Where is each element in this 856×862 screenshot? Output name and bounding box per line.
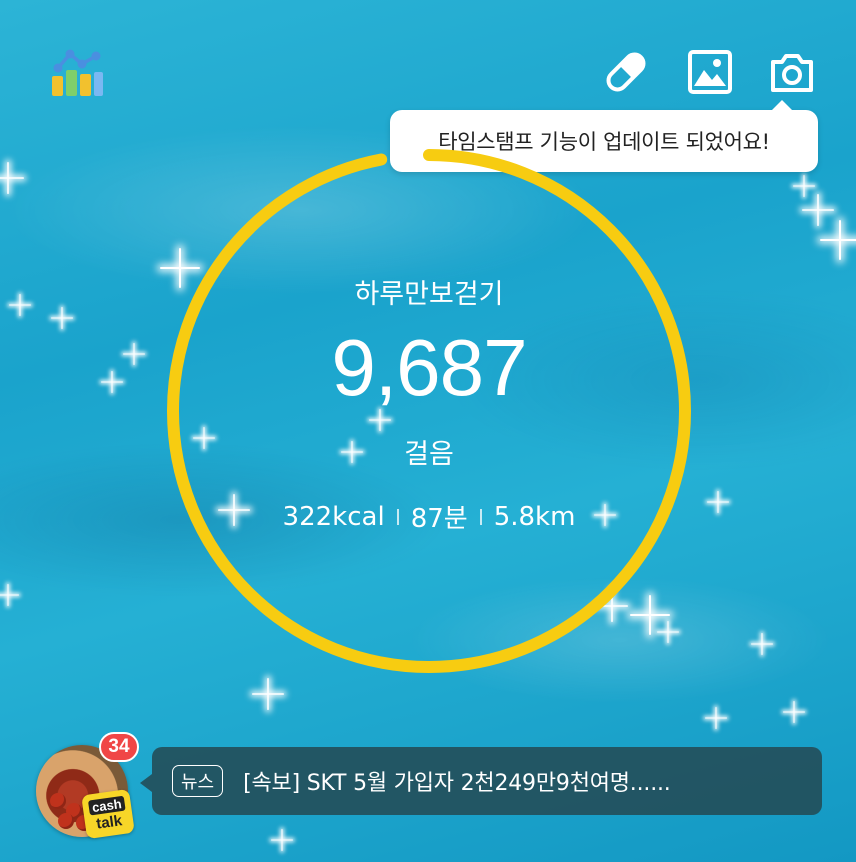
sparkle — [0, 162, 24, 194]
stats-icon[interactable] — [50, 44, 104, 98]
pedometer-title: 하루만보걷기 — [354, 279, 504, 310]
metric-divider — [479, 508, 482, 525]
sparkle — [793, 175, 815, 197]
step-unit: 걸음 — [404, 439, 454, 470]
notification-badge: 34 — [99, 732, 139, 762]
sparkle — [123, 343, 145, 365]
pill-icon[interactable] — [602, 48, 650, 96]
sparkle — [271, 829, 293, 851]
gallery-icon[interactable] — [686, 48, 734, 96]
sparkle — [252, 678, 284, 710]
sparkle — [51, 307, 73, 329]
news-headline: [속보] SKT 5월 가입자 2천249만9천여명...... — [243, 771, 671, 796]
sparkle — [9, 294, 31, 316]
news-ticker[interactable]: 뉴스 [속보] SKT 5월 가입자 2천249만9천여명...... — [140, 747, 822, 815]
minutes-value: 87분 — [410, 504, 468, 534]
news-tag: 뉴스 — [172, 765, 224, 797]
step-count: 9,687 — [331, 323, 527, 412]
sparkle — [0, 584, 19, 606]
sparkle — [820, 220, 856, 260]
sparkle — [783, 701, 805, 723]
sparkle — [707, 491, 729, 513]
camera-icon[interactable] — [768, 48, 816, 96]
distance-value: 5.8km — [493, 501, 576, 532]
metric-divider — [396, 508, 399, 525]
cashtalk-logo: cash talk — [81, 788, 135, 840]
sparkle — [101, 371, 123, 393]
calories-value: 322kcal — [282, 501, 385, 532]
activity-metrics: 322kcal 87분 5.8km — [164, 498, 694, 535]
sparkle — [705, 707, 727, 729]
sparkle — [751, 633, 773, 655]
